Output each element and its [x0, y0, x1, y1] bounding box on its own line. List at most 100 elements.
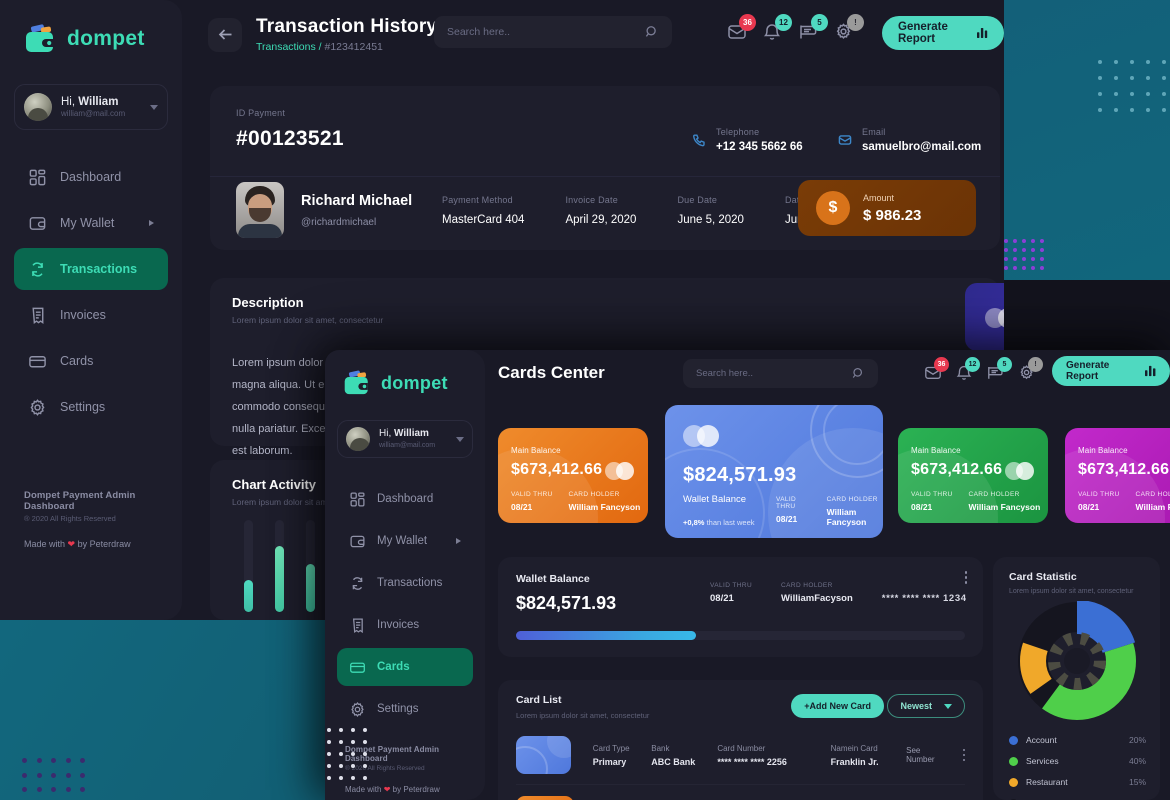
add-new-card-button[interactable]: +Add New Card	[791, 694, 884, 718]
column-header: Namein Card	[830, 743, 878, 753]
valid-thru-label: VALID THRU	[710, 582, 753, 589]
sidebar-item-transactions[interactable]: Transactions	[337, 564, 473, 602]
telephone-label: Telephone	[716, 127, 760, 137]
search-icon[interactable]	[645, 25, 659, 39]
card-icon	[29, 355, 46, 367]
card-holder-label: CARD HOLDER	[781, 582, 833, 589]
card-list-subtitle: Lorem ipsum dolor sit amet, consectetur	[516, 711, 650, 720]
field-label: Payment Method	[442, 195, 513, 205]
sidebar-item-invoices[interactable]: Invoices	[14, 294, 168, 336]
sort-label: Newest	[900, 701, 932, 711]
user-email: william@mail.com	[61, 108, 126, 118]
progress-fill	[516, 631, 696, 640]
more-options-icon[interactable]	[964, 571, 967, 584]
generate-report-label: Generate Report	[1066, 360, 1110, 382]
cell-card-type: Card Type Primary	[593, 744, 652, 767]
card-list-title: Card List	[516, 694, 562, 706]
sidebar-item-cards[interactable]: Cards	[337, 648, 473, 686]
invoice-icon	[32, 307, 44, 324]
back-button[interactable]	[208, 17, 242, 52]
logo[interactable]: dompet	[343, 370, 485, 396]
sidebar-item-label: Cards	[377, 661, 410, 673]
sidebar-item-invoices[interactable]: Invoices	[337, 606, 473, 644]
see-number-link[interactable]: See Number	[906, 746, 948, 764]
generate-report-button[interactable]: Generate Report	[882, 16, 1004, 50]
legend-item-restaurant: Restaurant 15%	[1009, 777, 1146, 787]
search-bar[interactable]	[434, 16, 672, 48]
sidebar-item-transactions[interactable]: Transactions	[14, 248, 168, 290]
chevron-down-icon[interactable]	[150, 104, 158, 110]
column-header: Card Type	[592, 743, 630, 753]
badge-count: 36	[934, 357, 949, 372]
mail-notification[interactable]: 36	[923, 357, 949, 383]
cell-bank: Bank ABC Bank	[651, 744, 717, 767]
card-holder-label: CARD HOLDER	[1135, 491, 1170, 498]
card-balance-label: Main Balance	[911, 446, 961, 455]
more-options-icon[interactable]	[962, 748, 966, 762]
field-value: MasterCard 404	[442, 214, 525, 226]
badge-count: 12	[965, 357, 980, 372]
sidebar-item-cards[interactable]: Cards	[14, 340, 168, 382]
logo-text: dompet	[67, 27, 145, 50]
wallet-balance-panel: Wallet Balance $824,571.93 VALID THRU 08…	[498, 557, 983, 657]
user-profile-box[interactable]: Hi, William william@mail.com	[337, 420, 473, 458]
payment-fields: Payment Method MasterCard 404 Invoice Da…	[442, 195, 851, 226]
legend-swatch	[1009, 735, 1018, 745]
sidebar-item-label: Settings	[60, 400, 106, 414]
settings-notification[interactable]: !	[1018, 357, 1043, 383]
legend-label: Account	[1026, 735, 1057, 745]
mini-bank-card[interactable]	[965, 283, 1004, 351]
search-input[interactable]	[447, 26, 645, 38]
sidebar-item-settings[interactable]: Settings	[14, 386, 168, 428]
bank-card-orange[interactable]: Main Balance $673,412.66 VALID THRU 08/2…	[498, 428, 648, 523]
valid-thru-label: VALID THRU	[911, 491, 953, 498]
bell-notification[interactable]: 12	[955, 357, 980, 383]
bell-notification[interactable]: 12	[762, 14, 792, 43]
cell-value: Franklin Jr.	[830, 756, 879, 767]
user-profile-box[interactable]: Hi, William william@mail.com	[14, 84, 168, 130]
sidebar-item-settings[interactable]: Settings	[337, 690, 473, 728]
mail-notification[interactable]: 36	[726, 14, 756, 43]
id-payment-label: ID Payment	[236, 108, 286, 118]
mail-icon	[838, 135, 852, 145]
bank-card-purple[interactable]: Main Balance $673,412.66 VALID THRU 08/2…	[1065, 428, 1170, 523]
sidebar-item-dashboard[interactable]: Dashboard	[337, 480, 473, 518]
bar-chart-icon	[977, 27, 988, 39]
user-email: william@mail.com	[379, 441, 436, 449]
sort-select[interactable]: Newest	[887, 694, 965, 718]
sidebar-item-my-wallet[interactable]: My Wallet	[14, 202, 168, 244]
card-holder-label: CARD HOLDER	[826, 496, 878, 503]
divider	[516, 784, 965, 785]
card-list-panel: Card List Lorem ipsum dolor sit amet, co…	[498, 680, 983, 800]
search-icon[interactable]	[852, 367, 865, 380]
table-row[interactable]: Card Type Primary Bank ABC Bank Card Num…	[516, 736, 966, 774]
footer-credit: Made with ❤ by Peterdraw	[24, 539, 131, 549]
dot-grid-purple-right	[1004, 239, 1049, 275]
grid-icon	[350, 491, 365, 507]
generate-report-label: Generate Report	[898, 21, 948, 45]
card-balance: $673,412.66	[511, 461, 603, 478]
person-name: Richard Michael	[301, 192, 413, 209]
card-balance: $673,412.66	[911, 461, 1003, 478]
message-notification[interactable]: 5	[798, 14, 828, 43]
generate-report-button[interactable]: Generate Report	[1052, 356, 1170, 386]
sidebar-item-dashboard[interactable]: Dashboard	[14, 156, 168, 198]
bank-card-green[interactable]: Main Balance $673,412.66 VALID THRU 08/2…	[898, 428, 1048, 523]
table-row[interactable]: Card Type Bank Card Number Namein Card	[516, 796, 965, 800]
logo[interactable]: dompet	[24, 24, 182, 54]
background-panel-top-right	[999, 0, 1170, 280]
valid-thru-value: 08/21	[1078, 502, 1100, 512]
search-bar[interactable]	[683, 359, 878, 388]
message-notification[interactable]: 5	[986, 357, 1012, 383]
settings-notification[interactable]: !	[834, 14, 864, 43]
column-header: Card Number	[717, 743, 766, 753]
sidebar-item-my-wallet[interactable]: My Wallet	[337, 522, 473, 560]
wallet-icon	[29, 216, 46, 230]
bank-card-featured-blue[interactable]: $824,571.93 Wallet Balance +0,8% than la…	[665, 405, 883, 538]
badge-count: !	[1028, 357, 1043, 372]
search-input[interactable]	[696, 368, 852, 379]
breadcrumb-link[interactable]: Transactions /	[256, 41, 322, 53]
chevron-down-icon[interactable]	[456, 436, 464, 442]
avatar	[24, 93, 52, 121]
column-header: Bank	[651, 743, 670, 753]
